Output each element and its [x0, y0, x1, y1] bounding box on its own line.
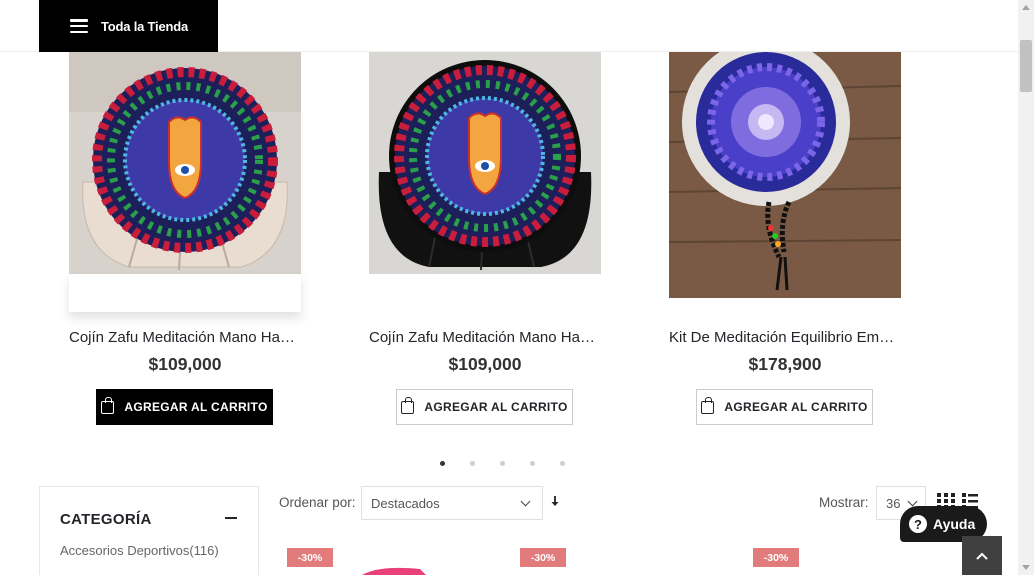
product-name-3[interactable]: Kit De Meditación Equilibrio Em…	[669, 329, 901, 346]
carousel-dot-1[interactable]	[440, 461, 445, 466]
add-to-cart-label: AGREGAR AL CARRITO	[424, 400, 568, 414]
sort-direction-arrow-icon[interactable]	[550, 495, 560, 509]
product-image-3[interactable]	[669, 52, 901, 298]
scrollbar-thumb[interactable]	[1020, 40, 1032, 92]
scroll-up-arrow-icon[interactable]	[1022, 5, 1030, 10]
product-card-shadow	[69, 274, 301, 312]
add-to-cart-button-1[interactable]: AGREGAR AL CARRITO	[96, 389, 273, 425]
product-image-2[interactable]	[369, 52, 601, 274]
product-price-3: $178,900	[748, 354, 822, 374]
all-store-label: Toda la Tienda	[101, 18, 189, 34]
sale-badge-1: -30%	[287, 548, 333, 567]
chevron-up-icon	[976, 552, 988, 560]
add-to-cart-button-2[interactable]: AGREGAR AL CARRITO	[396, 389, 573, 425]
product-image-1[interactable]	[69, 52, 301, 274]
all-store-menu-button[interactable]: Toda la Tienda	[39, 0, 218, 52]
shopping-bag-icon	[401, 396, 415, 414]
carousel-dot-4[interactable]	[530, 461, 535, 466]
add-to-cart-label: AGREGAR AL CARRITO	[124, 400, 268, 414]
category-sidebar: CATEGORÍA Accesorios Deportivos(116)	[39, 486, 259, 575]
product-name-1[interactable]: Cojín Zafu Meditación Mano Ha…	[69, 329, 301, 346]
show-label: Mostrar:	[819, 495, 869, 510]
collapse-minus-icon[interactable]	[225, 517, 237, 519]
scroll-to-top-button[interactable]	[962, 536, 1002, 575]
product-card-1: Cojín Zafu Meditación Mano Ha… $109,000 …	[69, 52, 301, 425]
carousel-dot-5[interactable]	[560, 461, 565, 466]
chevron-down-icon	[520, 496, 531, 507]
show-count-value: 36	[886, 495, 901, 511]
category-title: CATEGORÍA	[60, 511, 152, 528]
carousel-pagination	[440, 461, 565, 466]
add-to-cart-button-3[interactable]: AGREGAR AL CARRITO	[696, 389, 873, 425]
product-name-2[interactable]: Cojín Zafu Meditación Mano Ha…	[369, 329, 601, 346]
scroll-down-arrow-icon[interactable]	[1022, 565, 1030, 570]
hamburger-icon	[70, 19, 88, 33]
sale-badge-3: -30%	[753, 548, 799, 567]
sort-select[interactable]: Destacados	[361, 486, 543, 520]
add-to-cart-label: AGREGAR AL CARRITO	[724, 400, 868, 414]
product-card-2: Cojín Zafu Meditación Mano Ha… $109,000 …	[369, 52, 601, 425]
sort-select-value: Destacados	[371, 495, 440, 511]
shopping-bag-icon	[101, 396, 115, 414]
category-item-accesorios[interactable]: Accesorios Deportivos(116)	[60, 543, 219, 558]
question-icon: ?	[909, 515, 927, 533]
grid-product-image-peek[interactable]	[360, 563, 440, 575]
shopping-bag-icon	[701, 396, 715, 414]
carousel-dot-3[interactable]	[500, 461, 505, 466]
sort-label: Ordenar por:	[279, 495, 356, 510]
sale-badge-2: -30%	[520, 548, 566, 567]
product-card-3: Kit De Meditación Equilibrio Em… $178,90…	[669, 52, 901, 425]
product-price-1: $109,000	[148, 354, 222, 374]
product-price-2: $109,000	[448, 354, 522, 374]
carousel-dot-2[interactable]	[470, 461, 475, 466]
help-label: Ayuda	[933, 516, 976, 532]
chevron-down-icon	[907, 496, 918, 507]
page-scrollbar[interactable]	[1018, 0, 1034, 575]
